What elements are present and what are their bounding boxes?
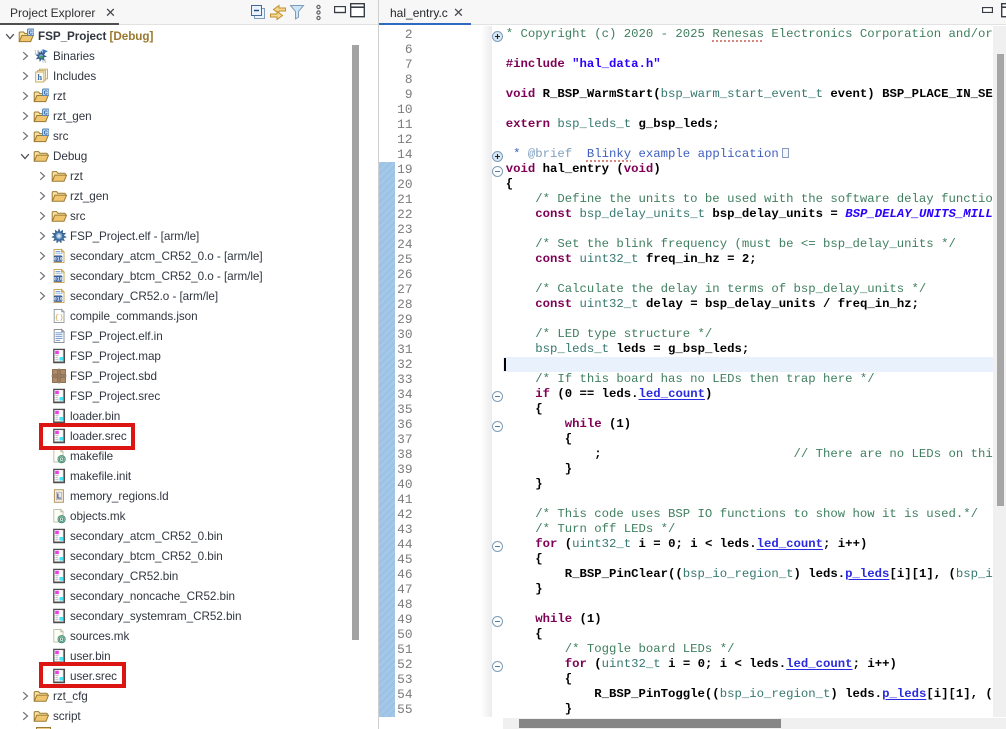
svg-text:C: C (44, 130, 48, 136)
svg-text:010: 010 (54, 256, 63, 262)
svg-text:{): {) (55, 314, 64, 322)
svg-text:C: C (44, 110, 48, 116)
svg-text:01: 01 (42, 59, 48, 64)
svg-text:010: 010 (54, 276, 63, 282)
svg-text:C: C (29, 30, 33, 36)
svg-text:L: L (57, 493, 62, 500)
svg-text:C: C (44, 90, 48, 96)
svg-text:010: 010 (54, 296, 63, 302)
svg-text:h: h (37, 72, 42, 82)
